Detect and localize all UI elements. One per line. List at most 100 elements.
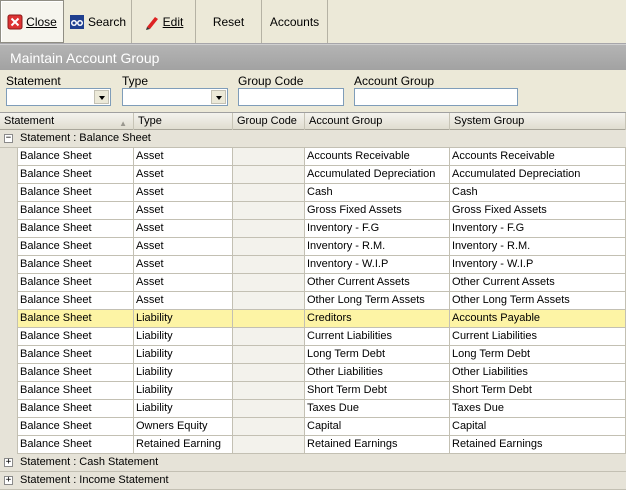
table-row[interactable]: Balance Sheet Liability Creditors Accounts … (0, 310, 626, 328)
cell-type[interactable]: Asset (134, 184, 233, 202)
account-group-filter-input[interactable] (354, 88, 518, 106)
cell-group-code[interactable] (233, 364, 305, 382)
cell-type[interactable]: Owners Equity (134, 418, 233, 436)
chevron-down-icon[interactable] (211, 90, 226, 104)
column-header-account-group[interactable]: Account Group (305, 113, 450, 130)
column-header-group-code[interactable]: Group Code (233, 113, 305, 130)
cell-statement[interactable]: Balance Sheet (18, 166, 134, 184)
type-filter-combo[interactable] (122, 88, 228, 106)
cell-system-group[interactable]: Long Term Debt (450, 346, 626, 364)
table-row[interactable]: Balance Sheet Liability Long Term Debt Long… (0, 346, 626, 364)
cell-account-group[interactable]: Other Long Term Assets (305, 292, 450, 310)
cell-type[interactable]: Liability (134, 400, 233, 418)
cell-statement[interactable]: Balance Sheet (18, 418, 134, 436)
cell-system-group[interactable]: Gross Fixed Assets (450, 202, 626, 220)
cell-account-group[interactable]: Accumulated Depreciation (305, 166, 450, 184)
cell-group-code[interactable] (233, 274, 305, 292)
cell-type[interactable]: Asset (134, 148, 233, 166)
cell-statement[interactable]: Balance Sheet (18, 274, 134, 292)
cell-system-group[interactable]: Taxes Due (450, 400, 626, 418)
cell-system-group[interactable]: Other Liabilities (450, 364, 626, 382)
cell-statement[interactable]: Balance Sheet (18, 400, 134, 418)
cell-account-group[interactable]: Current Liabilities (305, 328, 450, 346)
reset-button[interactable]: Reset (196, 0, 262, 43)
cell-statement[interactable]: Balance Sheet (18, 310, 134, 328)
cell-group-code[interactable] (233, 382, 305, 400)
expand-icon[interactable]: + (4, 458, 13, 467)
cell-statement[interactable]: Balance Sheet (18, 364, 134, 382)
cell-account-group[interactable]: Gross Fixed Assets (305, 202, 450, 220)
cell-type[interactable]: Asset (134, 166, 233, 184)
cell-system-group[interactable]: Accumulated Depreciation (450, 166, 626, 184)
table-row[interactable]: Balance Sheet Liability Taxes Due Taxes Due (0, 400, 626, 418)
cell-group-code[interactable] (233, 346, 305, 364)
cell-statement[interactable]: Balance Sheet (18, 328, 134, 346)
cell-group-code[interactable] (233, 436, 305, 454)
statement-filter-combo[interactable] (6, 88, 111, 106)
chevron-down-icon[interactable] (94, 90, 109, 104)
cell-type[interactable]: Retained Earning (134, 436, 233, 454)
cell-type[interactable]: Liability (134, 382, 233, 400)
close-button[interactable]: Close (0, 0, 64, 43)
cell-statement[interactable]: Balance Sheet (18, 382, 134, 400)
cell-group-code[interactable] (233, 328, 305, 346)
cell-type[interactable]: Asset (134, 256, 233, 274)
cell-type[interactable]: Asset (134, 292, 233, 310)
column-header-statement[interactable]: Statement ▲ (0, 113, 134, 130)
cell-system-group[interactable]: Short Term Debt (450, 382, 626, 400)
cell-account-group[interactable]: Short Term Debt (305, 382, 450, 400)
cell-type[interactable]: Asset (134, 202, 233, 220)
cell-type[interactable]: Asset (134, 274, 233, 292)
cell-type[interactable]: Asset (134, 238, 233, 256)
table-row[interactable]: Balance Sheet Asset Cash Cash (0, 184, 626, 202)
cell-group-code[interactable] (233, 148, 305, 166)
cell-system-group[interactable]: Cash (450, 184, 626, 202)
table-row[interactable]: Balance Sheet Liability Current Liabilitie… (0, 328, 626, 346)
column-header-type[interactable]: Type (134, 113, 233, 130)
table-row[interactable]: Balance Sheet Asset Gross Fixed Assets Gros… (0, 202, 626, 220)
cell-group-code[interactable] (233, 184, 305, 202)
cell-type[interactable]: Liability (134, 346, 233, 364)
cell-system-group[interactable]: Inventory - W.I.P (450, 256, 626, 274)
group-row[interactable]: + Statement : Income Statement (0, 472, 626, 490)
column-header-system-group[interactable]: System Group (450, 113, 626, 130)
cell-account-group[interactable]: Other Liabilities (305, 364, 450, 382)
table-row[interactable]: Balance Sheet Asset Other Current Assets Ot… (0, 274, 626, 292)
table-row[interactable]: Balance Sheet Retained Earning Retained Ea… (0, 436, 626, 454)
edit-button[interactable]: Edit (132, 0, 196, 43)
cell-statement[interactable]: Balance Sheet (18, 184, 134, 202)
table-row[interactable]: Balance Sheet Liability Other Liabilities O… (0, 364, 626, 382)
cell-group-code[interactable] (233, 292, 305, 310)
cell-account-group[interactable]: Creditors (305, 310, 450, 328)
accounts-button[interactable]: Accounts (262, 0, 328, 43)
group-row[interactable]: − Statement : Balance Sheet (0, 130, 626, 148)
table-row[interactable]: Balance Sheet Asset Inventory - R.M. Invent… (0, 238, 626, 256)
cell-statement[interactable]: Balance Sheet (18, 346, 134, 364)
cell-account-group[interactable]: Taxes Due (305, 400, 450, 418)
cell-type[interactable]: Asset (134, 220, 233, 238)
table-row[interactable]: Balance Sheet Asset Accumulated Depreciati… (0, 166, 626, 184)
search-button[interactable]: Search (64, 0, 132, 43)
collapse-icon[interactable]: − (4, 134, 13, 143)
cell-account-group[interactable]: Cash (305, 184, 450, 202)
cell-group-code[interactable] (233, 400, 305, 418)
cell-account-group[interactable]: Inventory - F.G (305, 220, 450, 238)
cell-group-code[interactable] (233, 220, 305, 238)
table-row[interactable]: Balance Sheet Asset Inventory - F.G Invento… (0, 220, 626, 238)
cell-group-code[interactable] (233, 166, 305, 184)
cell-account-group[interactable]: Accounts Receivable (305, 148, 450, 166)
cell-account-group[interactable]: Other Current Assets (305, 274, 450, 292)
group-row[interactable]: + Statement : Cash Statement (0, 454, 626, 472)
cell-type[interactable]: Liability (134, 328, 233, 346)
cell-account-group[interactable]: Retained Earnings (305, 436, 450, 454)
cell-system-group[interactable]: Current Liabilities (450, 328, 626, 346)
cell-group-code[interactable] (233, 256, 305, 274)
cell-statement[interactable]: Balance Sheet (18, 292, 134, 310)
cell-statement[interactable]: Balance Sheet (18, 220, 134, 238)
cell-account-group[interactable]: Capital (305, 418, 450, 436)
cell-system-group[interactable]: Other Long Term Assets (450, 292, 626, 310)
cell-system-group[interactable]: Accounts Payable (450, 310, 626, 328)
table-row[interactable]: Balance Sheet Asset Other Long Term Assets… (0, 292, 626, 310)
group-code-filter-input[interactable] (238, 88, 344, 106)
cell-group-code[interactable] (233, 310, 305, 328)
